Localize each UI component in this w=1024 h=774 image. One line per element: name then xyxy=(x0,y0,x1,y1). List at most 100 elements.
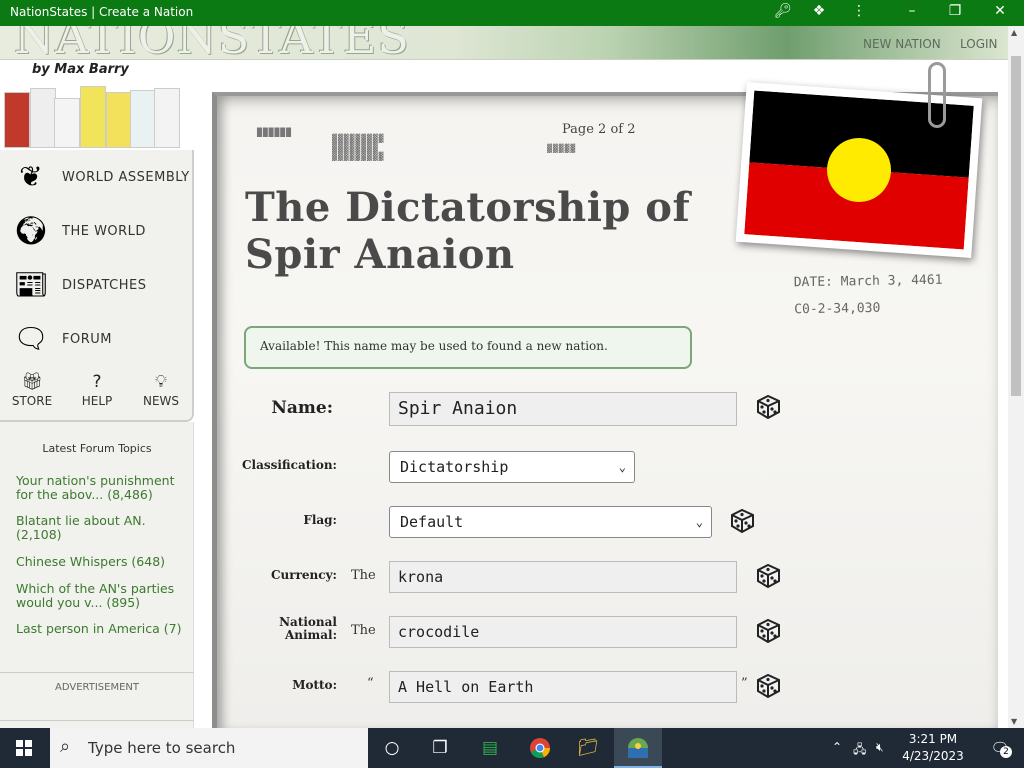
divider xyxy=(0,720,194,721)
restore-window-icon[interactable]: ❐ xyxy=(945,3,965,19)
currency-prefix: The xyxy=(351,568,376,583)
national-animal-input[interactable]: crocodile xyxy=(389,616,737,648)
decorative-stamp: ▓▓▓▓▓ xyxy=(547,144,577,153)
cortana-icon[interactable]: ○ xyxy=(368,728,416,768)
notifications-icon[interactable]: 🗨︎2 xyxy=(976,728,1024,768)
advertisement-label: ADVERTISEMENT xyxy=(54,682,139,693)
sheets-app-icon[interactable]: ▤ xyxy=(466,728,514,768)
store-button[interactable]: 🎁︎ STORE xyxy=(2,372,62,408)
site-logo[interactable]: NATIONSTATES xyxy=(14,26,410,59)
currency-input[interactable]: krona xyxy=(389,561,737,593)
classification-select[interactable]: Dictatorship ⌄ xyxy=(389,451,635,483)
window-title: NationStates | Create a Nation xyxy=(10,5,194,19)
ref-code: C0-2-34,030 xyxy=(794,300,881,318)
forum-topic-link[interactable]: Which of the AN's parties would you v...… xyxy=(16,582,184,610)
laurel-wreath-icon: ❦ xyxy=(19,160,43,193)
notification-count: 2 xyxy=(1000,746,1012,758)
chevron-down-icon: ⌄ xyxy=(695,515,703,529)
randomize-dice-icon[interactable] xyxy=(754,616,782,644)
site-banner: NATIONSTATES NEW NATION LOGIN xyxy=(0,26,1008,60)
sidebar-item-label: FORUM xyxy=(62,332,112,347)
page-indicator: Page 2 of 2 xyxy=(562,122,636,137)
task-view-icon[interactable]: ❐ xyxy=(416,728,464,768)
clock-date: 4/23/2023 xyxy=(902,749,964,763)
search-icon: ⌕ xyxy=(60,736,71,757)
forum-topic-link[interactable]: Chinese Whispers (648) xyxy=(16,555,184,569)
new-nation-link[interactable]: NEW NATION xyxy=(863,37,941,51)
classification-label: Classification: xyxy=(241,458,337,472)
file-explorer-icon[interactable]: 📁︎ xyxy=(564,728,612,768)
clock-time: 3:21 PM xyxy=(908,732,958,746)
page-title: The Dictatorship of Spir Anaion xyxy=(245,184,691,278)
news-label: NEWS xyxy=(142,394,180,408)
flag-value: Default xyxy=(400,513,464,531)
login-link[interactable]: LOGIN xyxy=(960,37,998,51)
name-label: Name: xyxy=(271,398,333,418)
gift-icon: 🎁︎ xyxy=(21,372,43,392)
decorative-stamp: ██████ xyxy=(257,128,292,137)
forum-topic-link[interactable]: Last person in America (7) xyxy=(16,622,184,636)
sidebar-item-world-assembly[interactable]: ❦ WORLD ASSEMBLY xyxy=(8,152,192,200)
forum-topics-panel: Latest Forum Topics Your nation's punish… xyxy=(0,422,194,728)
motto-open-quote: “ xyxy=(367,676,374,691)
chrome-icon[interactable] xyxy=(516,728,564,768)
speech-bubbles-icon: 🗨︎ xyxy=(13,322,49,355)
nationstates-app-icon[interactable] xyxy=(614,728,662,768)
start-button[interactable] xyxy=(0,728,48,768)
system-clock[interactable]: 3:21 PM 4/23/2023 xyxy=(898,731,968,765)
kebab-menu-icon[interactable]: ⋮ xyxy=(849,3,869,19)
date-stamp: DATE: March 3, 4461 C0-2-34,030 xyxy=(794,273,943,318)
newspaper-icon: 📰︎ xyxy=(13,268,49,301)
close-icon[interactable]: ✕ xyxy=(990,3,1010,19)
date-label: DATE: xyxy=(793,274,834,291)
chevron-down-icon: ⌄ xyxy=(618,460,626,474)
flag-select[interactable]: Default ⌄ xyxy=(389,506,712,538)
search-placeholder: Type here to search xyxy=(88,739,236,757)
scroll-down-icon[interactable]: ▼ xyxy=(1011,717,1017,726)
globe-icon: 🌍︎ xyxy=(13,214,49,247)
randomize-dice-icon[interactable] xyxy=(754,392,782,420)
taskbar: ⌕ Type here to search ○ ❐ ▤ 📁︎ ⌃ 🖧︎ 🔇︎ 3… xyxy=(0,728,1024,768)
windows-logo-icon xyxy=(16,740,32,756)
availability-notice: Available! This name may be used to foun… xyxy=(244,326,692,369)
puzzle-icon[interactable]: ❖ xyxy=(809,3,829,19)
byline: by Max Barry xyxy=(32,62,129,77)
network-icon[interactable]: 🖧︎ xyxy=(853,740,866,761)
show-hidden-icons-icon[interactable]: ⌃ xyxy=(832,740,842,754)
sidebar-item-label: WORLD ASSEMBLY xyxy=(62,170,190,185)
lightbulb-icon: 💡︎ xyxy=(155,372,167,392)
help-label: HELP xyxy=(81,394,113,408)
randomize-dice-icon[interactable] xyxy=(728,506,756,534)
motto-close-quote: ” xyxy=(741,676,748,691)
date-value: March 3, 4461 xyxy=(840,272,943,290)
news-button[interactable]: 💡︎ NEWS xyxy=(131,372,191,408)
randomize-dice-icon[interactable] xyxy=(754,561,782,589)
sidebar-item-label: THE WORLD xyxy=(62,224,146,239)
scroll-up-icon[interactable]: ▲ xyxy=(1011,28,1017,37)
books-banner[interactable] xyxy=(2,82,194,148)
page-scrollbar[interactable]: ▲ ▼ xyxy=(1008,26,1024,728)
divider xyxy=(0,672,194,673)
taskbar-search[interactable]: ⌕ Type here to search xyxy=(50,728,368,768)
sidebar-item-forum[interactable]: 🗨︎ FORUM xyxy=(8,314,192,362)
sidebar-item-dispatches[interactable]: 📰︎ DISPATCHES xyxy=(8,260,192,308)
sidebar-item-label: DISPATCHES xyxy=(62,278,147,293)
motto-label: Motto: xyxy=(292,678,337,692)
help-button[interactable]: ? HELP xyxy=(67,372,127,408)
name-input[interactable]: Spir Anaion xyxy=(389,392,737,426)
title-bar: NationStates | Create a Nation 🔑︎ ❖ ⋮ – … xyxy=(0,0,1024,26)
motto-input[interactable]: A Hell on Earth xyxy=(389,671,737,703)
decorative-stamp: ▓▓▓▓▓▓▓▓▓ ▓▓▓▓▓▓▓▓ ▓▓▓▓▓▓▓▓▓ xyxy=(332,134,385,161)
minimize-icon[interactable]: – xyxy=(902,3,922,19)
key-icon[interactable]: 🔑︎ xyxy=(773,3,793,19)
animal-prefix: The xyxy=(351,623,376,638)
forum-topic-link[interactable]: Your nation's punishment for the abov...… xyxy=(16,474,184,502)
forum-topics-heading: Latest Forum Topics xyxy=(42,442,152,455)
national-animal-label: National Animal: xyxy=(279,615,337,642)
scrollbar-thumb[interactable] xyxy=(1011,56,1021,396)
randomize-dice-icon[interactable] xyxy=(754,671,782,699)
sidebar-item-the-world[interactable]: 🌍︎ THE WORLD xyxy=(8,206,192,254)
question-icon: ? xyxy=(92,372,102,392)
volume-muted-icon[interactable]: 🔇︎ xyxy=(876,740,884,755)
forum-topic-link[interactable]: Blatant lie about AN. (2,108) xyxy=(16,514,184,542)
